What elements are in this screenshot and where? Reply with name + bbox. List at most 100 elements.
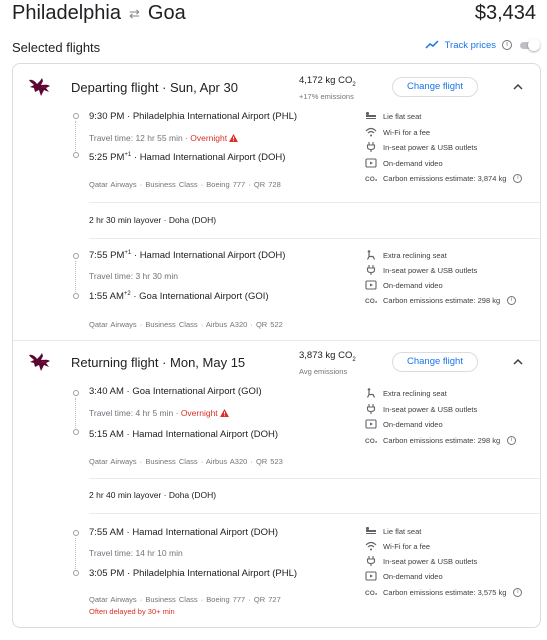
amenity-lie-flat: Lie flat seat [365, 110, 421, 122]
info-icon[interactable]: i [507, 295, 517, 305]
trend-icon [425, 40, 439, 49]
departure-dot [73, 390, 79, 396]
selected-flights-title: Selected flights [12, 40, 101, 55]
flight-meta: Qatar Airways · Business Class · Airbus … [89, 320, 283, 329]
route-line [75, 398, 77, 428]
departure-dot [73, 253, 79, 259]
departure-time-line: 3:40 AM · Goa International Airport (GOI… [89, 386, 262, 397]
video-icon [365, 419, 377, 429]
amenity-video: On-demand video [365, 157, 443, 169]
selected-flights-card: Departing flight · Sun, Apr 30 4,172 kg … [12, 63, 541, 628]
co2-icon [365, 173, 377, 183]
route-line [75, 261, 77, 292]
delay-warning: Often delayed by 30+ min [89, 607, 175, 616]
departure-time-line: 7:55 PM+1 · Hamad International Airport … [89, 250, 286, 261]
wifi-icon [365, 541, 377, 551]
flight-meta: Qatar Airways · Business Class · Boeing … [89, 180, 281, 189]
track-prices[interactable]: Track prices i [425, 39, 540, 51]
departure-dot [73, 113, 79, 119]
travel-time: Travel time: 4 hr 5 min · Overnight [89, 408, 229, 418]
seat-icon [365, 111, 377, 121]
departure-time-line: 7:55 AM · Hamad International Airport (D… [89, 527, 279, 538]
collapse-chevron-icon[interactable] [511, 80, 525, 94]
amenity-video: On-demand video [365, 418, 443, 430]
amenity-video: On-demand video [365, 279, 443, 291]
qatar-airways-logo [26, 350, 52, 376]
flight-meta: Qatar Airways · Business Class · Boeing … [89, 595, 281, 604]
arrival-time-line: 3:05 PM · Philadelphia International Air… [89, 568, 298, 579]
power-outlet-icon [365, 265, 377, 275]
video-icon [365, 158, 377, 168]
returning-flight-title: Returning flight · Mon, May 15 [71, 355, 246, 370]
change-returning-flight-button[interactable]: Change flight [392, 352, 478, 372]
amenity-lie-flat: Lie flat seat [365, 525, 421, 537]
amenity-video: On-demand video [365, 570, 443, 582]
warning-icon [229, 134, 238, 142]
collapse-chevron-icon[interactable] [511, 355, 525, 369]
amenity-co2: Carbon emissions estimate: 298 kg i [365, 294, 517, 306]
route-line [75, 538, 77, 569]
info-icon[interactable]: i [507, 435, 517, 445]
trip-header: Philadelphia ⇄ Goa $3,434 [12, 0, 536, 30]
wifi-icon [365, 127, 377, 137]
arrival-dot [73, 152, 79, 158]
divider [89, 202, 540, 203]
info-icon[interactable]: i [513, 587, 523, 597]
layover-info: 2 hr 40 min layover · Doha (DOH) [89, 490, 217, 500]
video-icon [365, 280, 377, 290]
travel-time: Travel time: 3 hr 30 min [89, 271, 178, 281]
swap-icon: ⇄ [128, 5, 140, 21]
divider [89, 513, 540, 514]
departing-flight-title: Departing flight · Sun, Apr 30 [71, 80, 238, 95]
amenity-power: In-seat power & USB outlets [365, 555, 477, 567]
warning-icon [220, 409, 229, 417]
amenity-power: In-seat power & USB outlets [365, 264, 477, 276]
power-outlet-icon [365, 142, 377, 152]
amenity-power: In-seat power & USB outlets [365, 141, 477, 153]
travel-time: Travel time: 12 hr 55 min · Overnight [89, 133, 238, 143]
divider [89, 238, 540, 239]
route: Philadelphia ⇄ Goa [12, 2, 186, 25]
track-prices-toggle[interactable] [518, 39, 540, 51]
arrival-dot [73, 570, 79, 576]
seat-icon [365, 526, 377, 536]
departing-emissions: 4,172 kg CO2 +17% emissions [299, 75, 356, 101]
arrival-time-line: 5:15 AM · Hamad International Airport (D… [89, 429, 279, 440]
arrival-dot [73, 293, 79, 299]
power-outlet-icon [365, 556, 377, 566]
co2-icon [365, 295, 377, 305]
destination-city: Goa [147, 2, 186, 24]
amenity-wifi: Wi-Fi for a fee [365, 540, 430, 552]
travel-time: Travel time: 14 hr 10 min [89, 548, 183, 558]
track-prices-label: Track prices [444, 39, 496, 51]
video-icon [365, 571, 377, 581]
recline-seat-icon [365, 388, 377, 398]
arrival-dot [73, 429, 79, 435]
arrival-time-line: 5:25 PM+1 · Hamad International Airport … [89, 152, 286, 163]
amenity-co2: Carbon emissions estimate: 3,575 kg i [365, 586, 523, 598]
layover-info: 2 hr 30 min layover · Doha (DOH) [89, 215, 217, 225]
co2-icon [365, 435, 377, 445]
origin-city: Philadelphia [12, 2, 121, 24]
amenity-wifi: Wi-Fi for a fee [365, 126, 430, 138]
co2-icon [365, 587, 377, 597]
amenity-co2: Carbon emissions estimate: 3,874 kg i [365, 172, 523, 184]
qatar-airways-logo [26, 75, 52, 101]
route-line [75, 121, 77, 151]
departure-time-line: 9:30 PM · Philadelphia International Air… [89, 111, 298, 122]
info-icon[interactable]: i [513, 173, 523, 183]
amenity-recline: Extra reclining seat [365, 249, 447, 261]
divider [89, 478, 540, 479]
power-outlet-icon [365, 404, 377, 414]
recline-seat-icon [365, 250, 377, 260]
total-price: $3,434 [474, 2, 536, 24]
selected-flights-row: Selected flights Track prices i [12, 39, 540, 57]
returning-emissions: 3,873 kg CO2 Avg emissions [299, 350, 356, 376]
amenity-co2: Carbon emissions estimate: 298 kg i [365, 434, 517, 446]
arrival-time-line: 1:55 AM+2 · Goa International Airport (G… [89, 291, 269, 302]
departure-dot [73, 530, 79, 536]
amenity-power: In-seat power & USB outlets [365, 403, 477, 415]
change-departing-flight-button[interactable]: Change flight [392, 77, 478, 97]
info-icon[interactable]: i [502, 40, 512, 50]
amenity-recline: Extra reclining seat [365, 387, 447, 399]
